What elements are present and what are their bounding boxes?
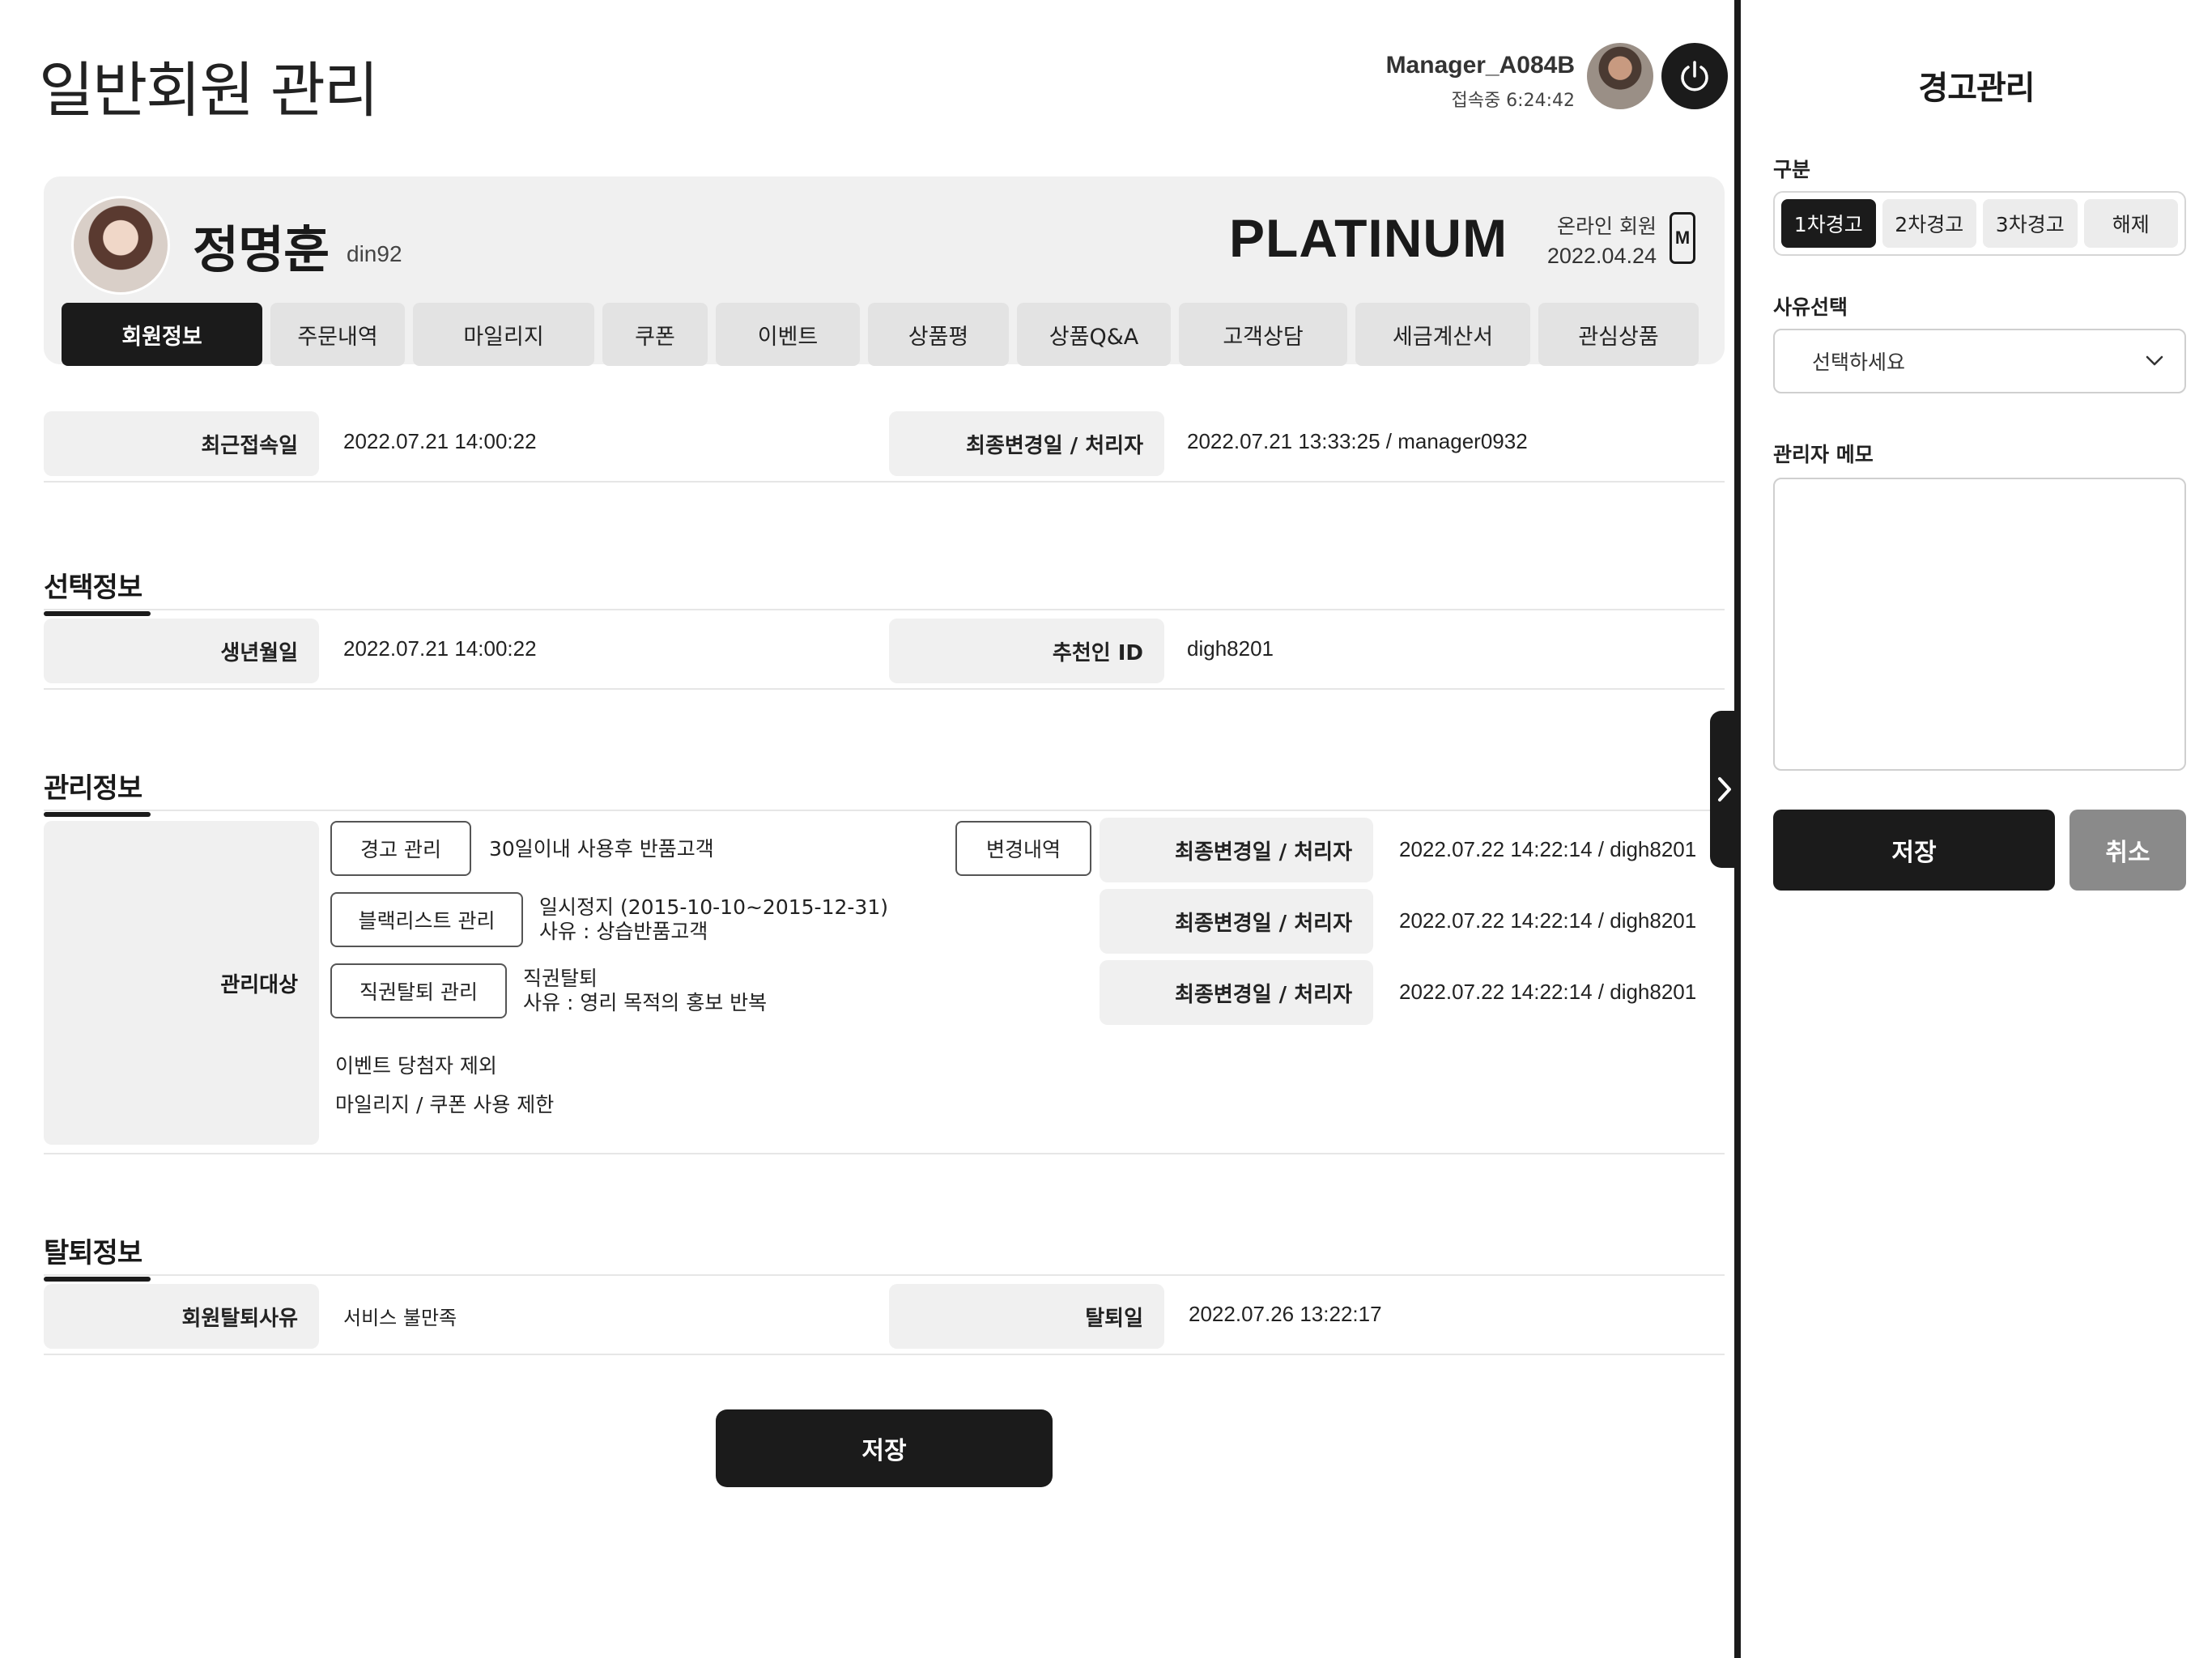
chevron-down-icon [2146,355,2163,366]
warning-manage-button[interactable]: 경고 관리 [330,821,471,876]
admin-memo-textarea[interactable] [1773,478,2186,771]
restriction-event: 이벤트 당첨자 제외 [335,1054,497,1078]
member-avatar [71,196,170,295]
last-login-label: 최근접속일 [44,411,319,476]
withdrawal-reason-label: 회원탈퇴사유 [44,1284,319,1349]
panel-cancel-button[interactable]: 취소 [2069,810,2186,891]
restriction-mileage-coupon: 마일리지 / 쿠폰 사용 제한 [335,1093,555,1116]
birthday-label: 생년월일 [44,619,319,683]
tab-wishlist[interactable]: 관심상품 [1538,303,1699,366]
last-login-value: 2022.07.21 14:00:22 [343,429,537,453]
divider [44,810,1725,811]
member-grade: PLATINUM [1229,208,1508,268]
warning-change-value: 2022.07.22 14:22:14 / digh8201 [1399,837,1697,861]
withdrawal-reason-value: 서비스 불만족 [343,1307,457,1329]
withdrawal-date-value: 2022.07.26 13:22:17 [1189,1302,1382,1326]
divider [44,1354,1725,1355]
blacklist-reason: 사유 : 상습반품고객 [539,920,708,943]
logout-button[interactable] [1661,43,1728,109]
reason-select-value: 선택하세요 [1812,351,1906,374]
withdrawal-change-value: 2022.07.22 14:22:14 / digh8201 [1399,980,1697,1004]
divider [44,1153,1725,1154]
warning-management-panel: 경고관리 구분 1차경고 2차경고 3차경고 해제 사유선택 선택하세요 관리자… [1734,0,2212,1658]
withdrawal-change-label: 최종변경일 / 처리자 [1100,960,1373,1025]
tab-coupons[interactable]: 쿠폰 [602,303,708,366]
device-badge: M [1674,227,1691,248]
manager-info: Manager_A084B 접속중 6:24:42 [1386,52,1575,112]
manager-avatar[interactable] [1587,43,1653,109]
panel-title: 경고관리 [1918,70,2035,107]
member-join-date: 2022.04.24 [1546,244,1657,268]
referrer-label: 추천인 ID [889,619,1164,683]
section-title-optional: 선택정보 [44,565,151,616]
change-history-button[interactable]: 변경내역 [955,821,1091,876]
panel-save-button[interactable]: 저장 [1773,810,2055,891]
manager-name: Manager_A084B [1385,52,1575,79]
manager-session-status: 접속중 6:24:42 [1451,91,1575,111]
mobile-device-icon: M [1670,212,1695,264]
blacklist-status: 일시정지 (2015-10-10~2015-12-31) 사유 : 상습반품고객 [539,895,888,944]
divider [44,688,1725,690]
member-type-block: 온라인 회원 2022.04.24 [1547,212,1657,270]
member-tabs: 회원정보 주문내역 마일리지 쿠폰 이벤트 상품평 상품Q&A 고객상담 세금계… [62,303,1699,366]
warning-change-label: 최종변경일 / 처리자 [1100,818,1373,882]
blacklist-change-label: 최종변경일 / 처리자 [1100,889,1373,954]
divider [44,609,1725,610]
divider [44,481,1725,483]
power-icon [1681,61,1708,91]
tab-orders[interactable]: 주문내역 [270,303,405,366]
warning-type-label: 구분 [1773,158,1811,181]
management-target-label: 관리대상 [44,821,319,1145]
option-second-warning[interactable]: 2차경고 [1882,199,1976,248]
option-first-warning[interactable]: 1차경고 [1781,199,1876,248]
tab-tax-invoice[interactable]: 세금계산서 [1355,303,1530,366]
divider [44,1274,1725,1276]
tab-mileage[interactable]: 마일리지 [413,303,594,366]
forced-withdrawal-button[interactable]: 직권탈퇴 관리 [330,963,507,1018]
withdrawal-date-label: 탈퇴일 [889,1284,1164,1349]
option-third-warning[interactable]: 3차경고 [1983,199,2078,248]
referrer-value: digh8201 [1187,636,1274,661]
admin-memo-label: 관리자 메모 [1773,443,1874,466]
tab-events[interactable]: 이벤트 [716,303,860,366]
tab-product-qna[interactable]: 상품Q&A [1017,303,1171,366]
last-change-value: 2022.07.21 13:33:25 / manager0932 [1187,429,1528,453]
last-change-label: 최종변경일 / 처리자 [889,411,1164,476]
chevron-right-icon [1718,777,1731,801]
member-id: din92 [347,241,402,266]
section-title-withdrawal: 탈퇴정보 [44,1231,151,1282]
page-title: 일반회원 관리 [39,56,379,125]
forced-withdrawal-text: 직권탈퇴 [523,967,598,990]
forced-withdrawal-status: 직권탈퇴 사유 : 영리 목적의 홍보 반복 [523,967,767,1015]
warning-type-selector: 1차경고 2차경고 3차경고 해제 [1773,191,2186,256]
tab-member-info[interactable]: 회원정보 [62,303,262,366]
save-button[interactable]: 저장 [716,1409,1053,1487]
option-release[interactable]: 해제 [2083,199,2178,248]
section-title-management: 관리정보 [44,766,151,817]
blacklist-manage-button[interactable]: 블랙리스트 관리 [330,892,523,947]
reason-select[interactable]: 선택하세요 [1773,329,2186,393]
member-type: 온라인 회원 [1557,215,1657,238]
warning-status-text: 30일이내 사용후 반품고객 [489,837,714,861]
blacklist-period: 일시정지 (2015-10-10~2015-12-31) [539,895,888,919]
reason-select-label: 사유선택 [1773,295,1848,319]
forced-withdrawal-reason: 사유 : 영리 목적의 홍보 반복 [523,991,768,1014]
birthday-value: 2022.07.21 14:00:22 [343,636,537,661]
tab-reviews[interactable]: 상품평 [868,303,1009,366]
member-summary-card: 정명훈 din92 PLATINUM 온라인 회원 2022.04.24 M 회… [44,176,1725,366]
member-name: 정명훈 [193,220,330,279]
blacklist-change-value: 2022.07.22 14:22:14 / digh8201 [1399,908,1697,933]
tab-consultation[interactable]: 고객상담 [1179,303,1347,366]
